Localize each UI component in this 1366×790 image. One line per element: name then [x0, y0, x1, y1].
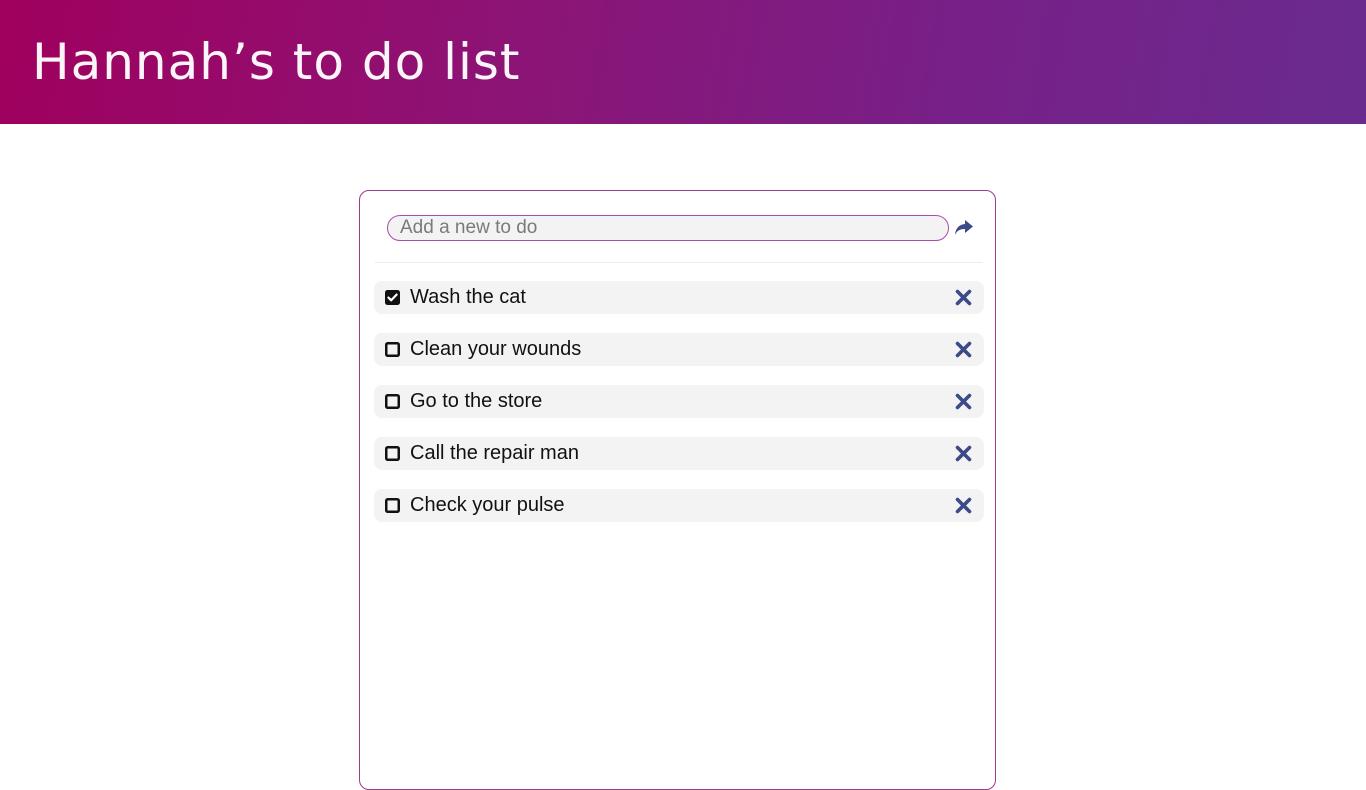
delete-button[interactable]	[955, 445, 972, 462]
unchecked-checkbox-icon	[385, 446, 400, 461]
todo-label: Call the repair man	[410, 442, 579, 464]
todo-card: Wash the cat Clean your wounds	[359, 190, 996, 790]
checkbox[interactable]	[385, 446, 400, 461]
close-icon	[955, 341, 972, 358]
todo-item: Check your pulse	[374, 489, 984, 522]
todo-list: Wash the cat Clean your wounds Go to the…	[374, 281, 984, 541]
checked-checkbox-icon	[385, 290, 400, 305]
todo-item: Wash the cat	[374, 281, 984, 314]
new-todo-input[interactable]	[387, 215, 949, 241]
unchecked-checkbox-icon	[385, 498, 400, 513]
checkbox[interactable]	[385, 342, 400, 357]
todo-label: Wash the cat	[410, 286, 526, 308]
delete-button[interactable]	[955, 497, 972, 514]
app-header: Hannah’s to do list	[0, 0, 1366, 124]
add-todo-button[interactable]	[953, 218, 975, 238]
todo-item: Clean your wounds	[374, 333, 984, 366]
todo-label: Check your pulse	[410, 494, 565, 516]
delete-button[interactable]	[955, 341, 972, 358]
unchecked-checkbox-icon	[385, 342, 400, 357]
delete-button[interactable]	[955, 393, 972, 410]
share-arrow-icon	[955, 220, 973, 235]
todo-label: Clean your wounds	[410, 338, 582, 360]
checkbox[interactable]	[385, 498, 400, 513]
todo-item: Go to the store	[374, 385, 984, 418]
delete-button[interactable]	[955, 289, 972, 306]
unchecked-checkbox-icon	[385, 394, 400, 409]
close-icon	[955, 497, 972, 514]
todo-label: Go to the store	[410, 390, 543, 412]
close-icon	[955, 393, 972, 410]
close-icon	[955, 445, 972, 462]
add-todo-row	[387, 215, 975, 241]
checkbox[interactable]	[385, 290, 400, 305]
page-title: Hannah’s to do list	[32, 33, 521, 91]
checkbox[interactable]	[385, 394, 400, 409]
close-icon	[955, 289, 972, 306]
todo-item: Call the repair man	[374, 437, 984, 470]
divider	[375, 262, 983, 263]
